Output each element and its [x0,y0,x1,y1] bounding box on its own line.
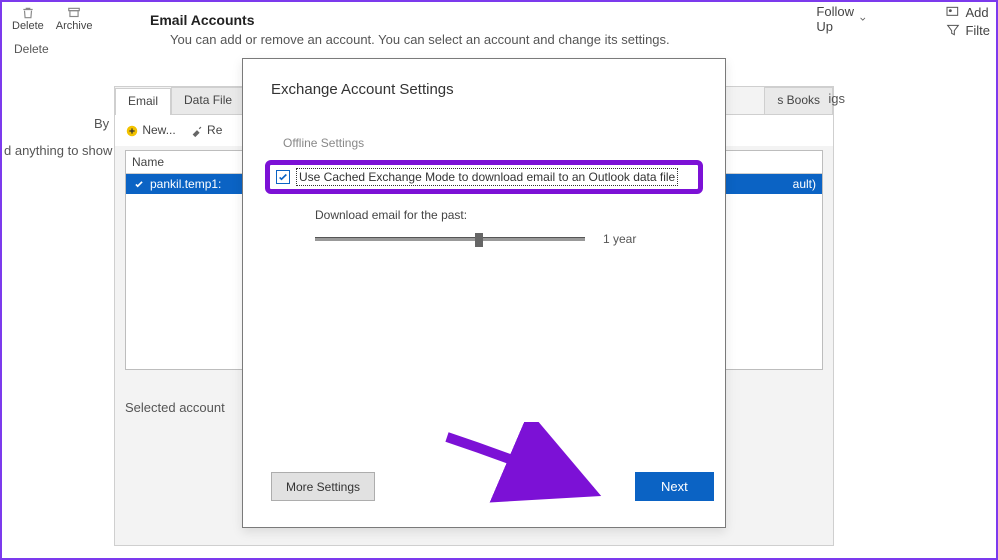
add-contact-icon [945,4,961,20]
filter-icon [945,22,961,38]
cached-mode-highlight: Use Cached Exchange Mode to download ema… [265,160,703,194]
toolbar-repair-label: Re [207,123,222,137]
nothing-to-show-label: d anything to show [4,143,112,158]
default-check-icon [132,177,146,191]
ribbon-delete-label: Delete [12,20,44,32]
download-past-label: Download email for the past: [243,194,725,228]
next-button[interactable]: Next [635,472,714,501]
ribbon-add-label: Add [965,5,988,20]
download-past-slider[interactable] [315,237,585,241]
ribbon-followup-label: Follow Up [816,4,856,34]
accounts-title: Email Accounts [150,12,255,28]
ribbon-filter-button[interactable]: Filte [945,22,990,38]
new-icon [125,124,139,138]
ribbon-filter-label: Filte [965,23,990,38]
tags-group-fragment: igs [822,87,851,110]
cached-mode-checkbox[interactable] [276,170,290,184]
ribbon-add-button[interactable]: Add [945,4,990,20]
toolbar-new-button[interactable]: New... [125,123,176,138]
account-default-cell: ault) [793,177,816,191]
column-name-header[interactable]: Name [132,155,164,169]
cached-mode-label[interactable]: Use Cached Exchange Mode to download ema… [296,168,678,186]
tab-data-files[interactable]: Data File [171,87,245,114]
folder-pane-fragment: By d anything to show [4,116,112,158]
tab-email[interactable]: Email [115,88,171,115]
account-name-cell: pankil.temp1: [150,177,221,191]
ribbon-delete-button[interactable]: Delete [8,4,48,34]
archive-icon [64,6,84,20]
slider-value-label: 1 year [603,232,636,246]
exchange-settings-dialog: Exchange Account Settings Offline Settin… [242,58,726,528]
ribbon-archive-label: Archive [56,20,93,32]
selected-account-label: Selected account [125,400,225,415]
ribbon-group-delete-label: Delete [8,40,55,58]
checkmark-icon [278,172,288,182]
dialog-title: Exchange Account Settings [243,59,725,106]
repair-icon [190,124,204,138]
offline-settings-header: Offline Settings [243,106,725,160]
delete-icon [18,6,38,20]
ribbon-followup-button[interactable]: Follow Up [816,4,866,34]
slider-thumb[interactable] [475,233,483,247]
ribbon-archive-button[interactable]: Archive [52,4,97,34]
toolbar-new-label: New... [142,123,175,137]
arrange-by-label: By [94,116,112,131]
toolbar-repair-button[interactable]: Re [190,123,223,138]
chevron-down-icon [860,15,866,23]
more-settings-button[interactable]: More Settings [271,472,375,501]
accounts-description: You can add or remove an account. You ca… [170,32,670,47]
